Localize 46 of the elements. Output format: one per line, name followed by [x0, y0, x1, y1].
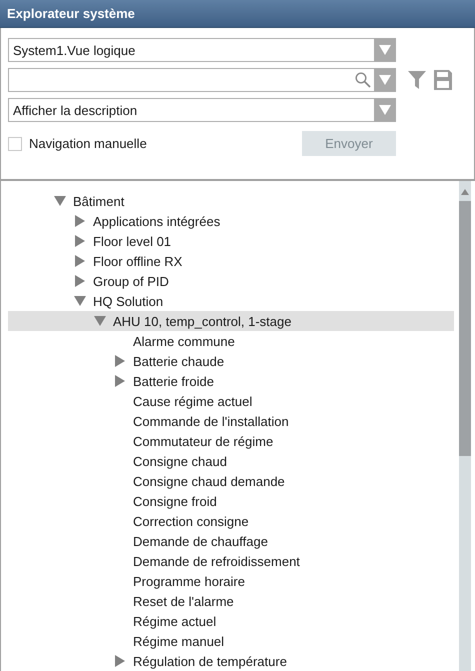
tree-item[interactable]: Floor offline RX — [8, 251, 454, 271]
scroll-thumb[interactable] — [459, 201, 471, 456]
collapsed-arrow-icon[interactable] — [74, 255, 86, 267]
collapsed-arrow-icon[interactable] — [114, 375, 126, 387]
expanded-arrow-icon[interactable] — [94, 315, 106, 327]
collapsed-arrow-icon[interactable] — [114, 655, 126, 667]
tree-item[interactable]: Régulation de température — [8, 651, 454, 671]
save-icon[interactable] — [434, 70, 452, 90]
tree-item[interactable]: Demande de chauffage — [8, 531, 454, 551]
tree-item[interactable]: Reset de l'alarme — [8, 591, 454, 611]
checkbox-label: Navigation manuelle — [29, 136, 148, 151]
tree-item[interactable]: Cause régime actuel — [8, 391, 454, 411]
tree-item[interactable]: Commutateur de régime — [8, 431, 454, 451]
expanded-arrow-icon[interactable] — [54, 195, 66, 207]
tree-item[interactable]: Floor level 01 — [8, 231, 454, 251]
tree-item[interactable]: Régime manuel — [8, 631, 454, 651]
tree-item[interactable]: Batterie froide — [8, 371, 454, 391]
tree-item[interactable]: Bâtiment — [8, 191, 454, 211]
tree-item[interactable]: Consigne chaud — [8, 451, 454, 471]
checkbox[interactable] — [8, 136, 22, 150]
window-title: Explorateur système — [7, 6, 135, 21]
tree-item[interactable]: Alarme commune — [8, 331, 454, 351]
tree-item[interactable]: Demande de refroidissement — [8, 551, 454, 571]
tree-item[interactable]: Commande de l'installation — [8, 411, 454, 431]
view-dropdown[interactable]: System1.Vue logique — [8, 38, 396, 62]
collapsed-arrow-icon[interactable] — [114, 355, 126, 367]
tree-item[interactable]: Batterie chaude — [8, 351, 454, 371]
tree-item[interactable]: HQ Solution — [8, 291, 454, 311]
filter-icon[interactable] — [408, 71, 426, 89]
tree-item[interactable]: Consigne chaud demande — [8, 471, 454, 491]
tree-item[interactable]: Group of PID — [8, 271, 454, 291]
tree-item[interactable]: Programme horaire — [8, 571, 454, 591]
collapsed-arrow-icon[interactable] — [74, 235, 86, 247]
tree-item[interactable]: Régime actuel — [8, 611, 454, 631]
scrollbar[interactable] — [459, 181, 471, 671]
tree-item[interactable]: Consigne froid — [8, 491, 454, 511]
search-field[interactable] — [8, 68, 396, 92]
tree-item[interactable]: AHU 10, temp_control, 1-stage — [8, 311, 454, 331]
expanded-arrow-icon[interactable] — [74, 295, 86, 307]
display-dropdown[interactable]: Afficher la description — [8, 98, 396, 122]
scroll-up-icon[interactable] — [461, 189, 469, 195]
search-icon[interactable] — [355, 72, 371, 88]
tree-item[interactable]: Applications intégrées — [8, 211, 454, 231]
collapsed-arrow-icon[interactable] — [74, 275, 86, 287]
collapsed-arrow-icon[interactable] — [74, 215, 86, 227]
tree-item[interactable]: Correction consigne — [8, 511, 454, 531]
